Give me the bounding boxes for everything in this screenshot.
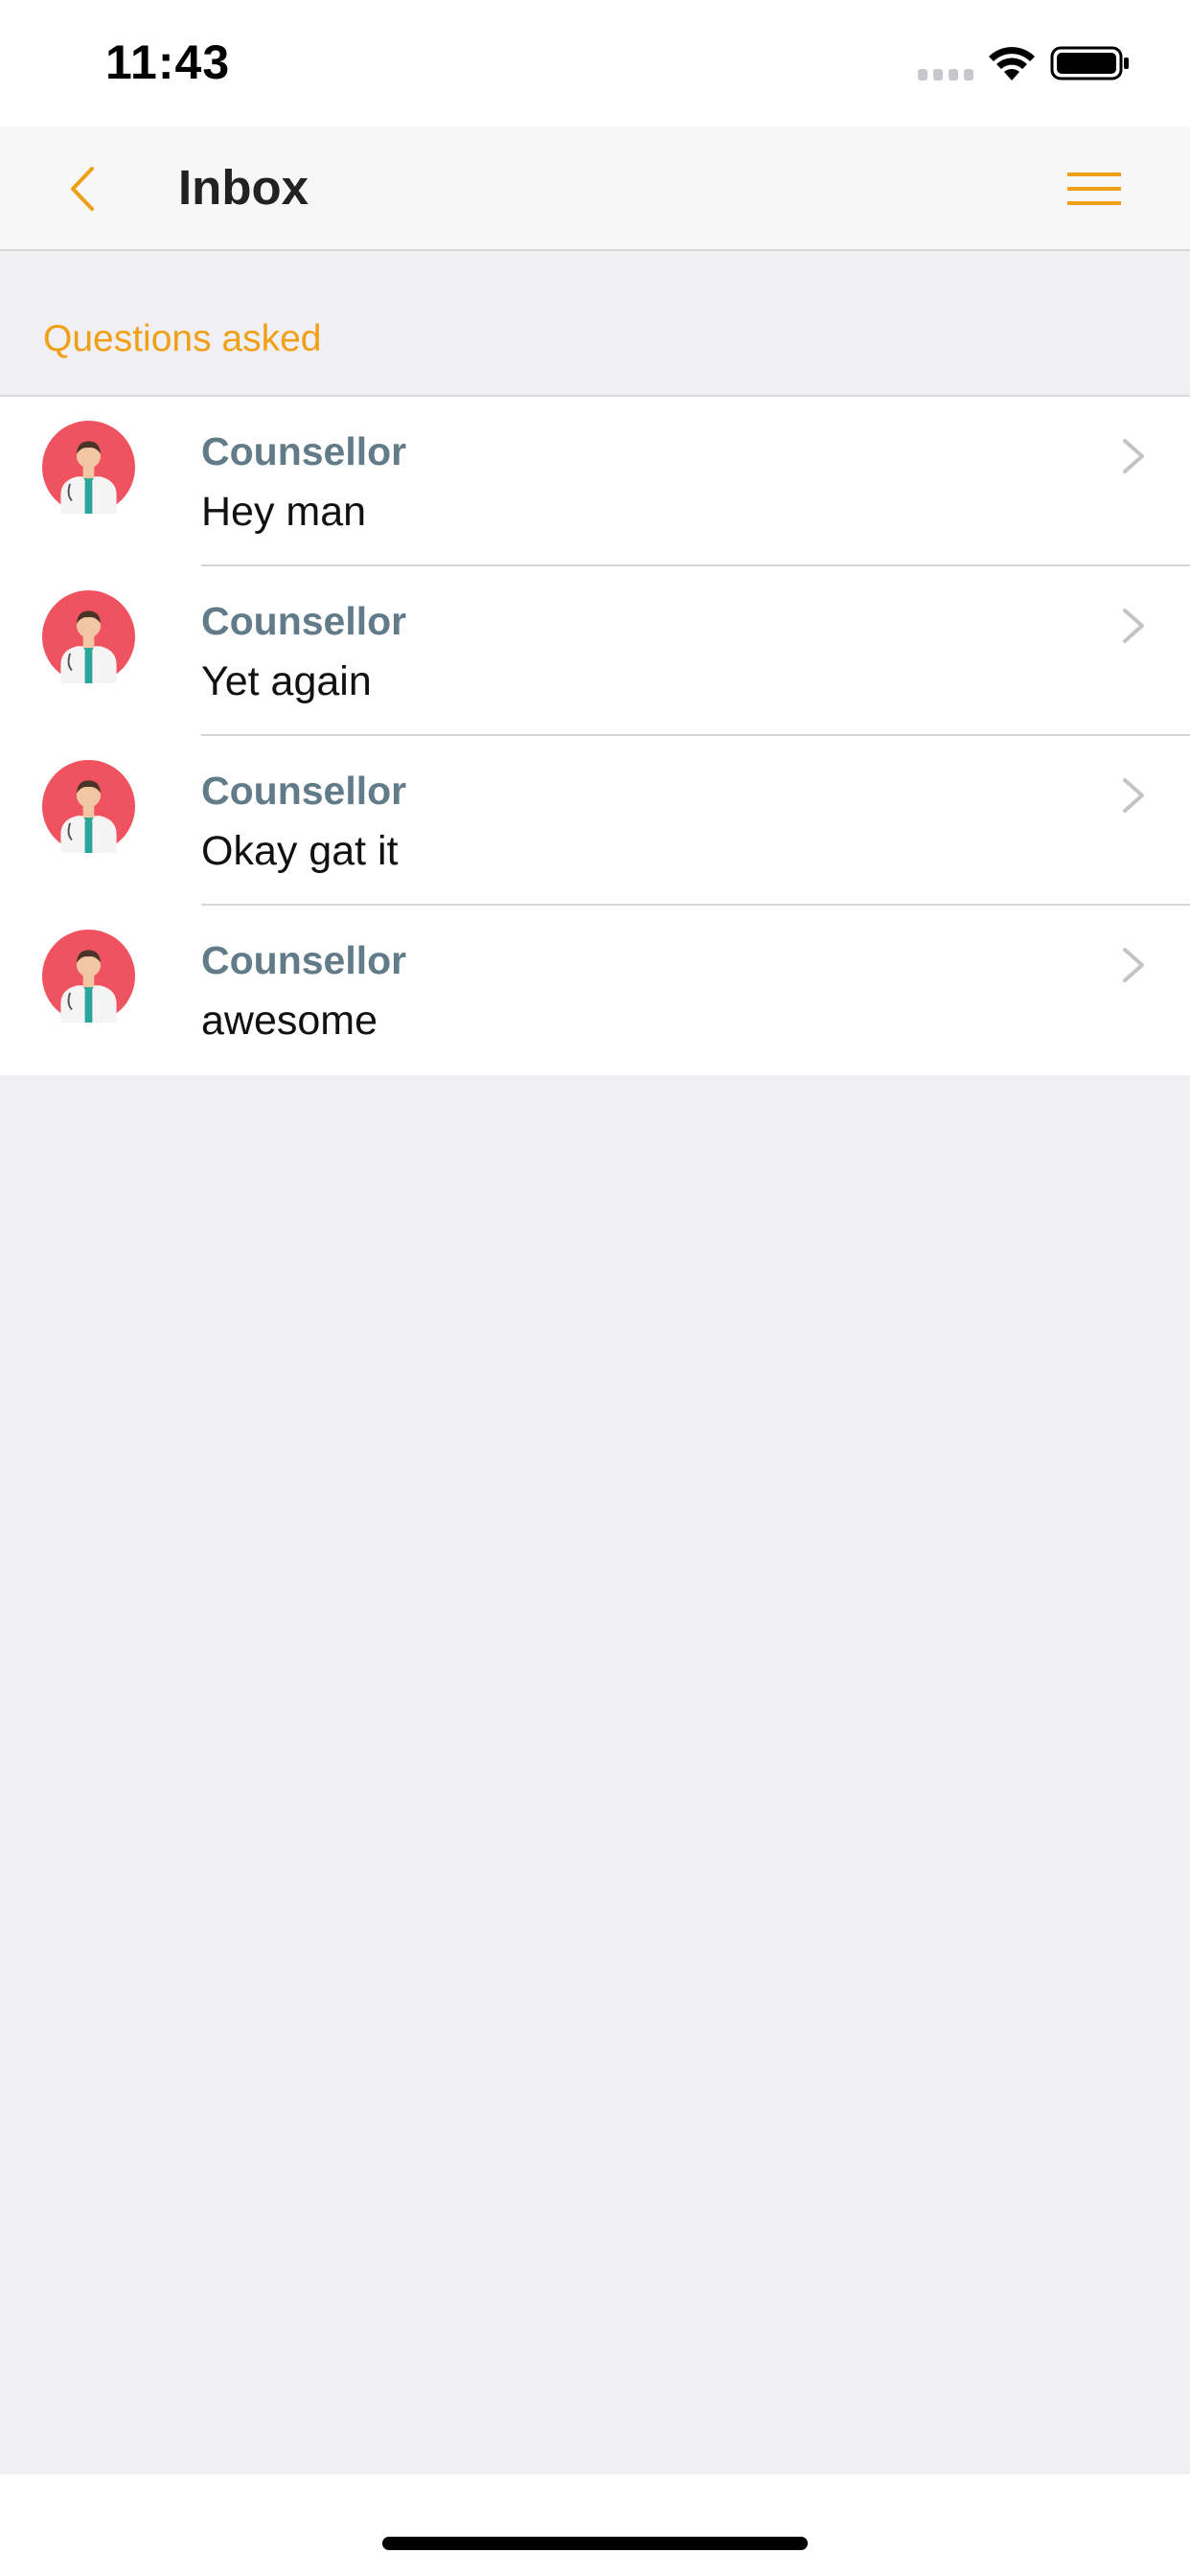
doctor-avatar <box>42 760 135 853</box>
status-bar: 11:43 <box>0 0 1190 126</box>
doctor-avatar <box>42 421 135 514</box>
message-preview: awesome <box>201 998 378 1044</box>
status-time: 11:43 <box>105 35 231 89</box>
message-preview: Hey man <box>201 489 367 535</box>
navigation-bar: Inbox <box>0 126 1190 251</box>
chevron-right-icon <box>1123 948 1144 982</box>
inbox-row[interactable]: Counsellor Yet again <box>0 566 1190 736</box>
back-button[interactable] <box>52 153 119 222</box>
chevron-right-icon <box>1123 439 1144 473</box>
wifi-icon <box>989 47 1035 80</box>
chevron-left-icon <box>71 167 94 211</box>
doctor-avatar <box>42 590 135 683</box>
home-indicator-area <box>0 2474 1190 2576</box>
menu-button[interactable] <box>1054 159 1134 218</box>
sender-name: Counsellor <box>201 429 407 473</box>
doctor-avatar <box>42 930 135 1023</box>
inbox-row[interactable]: Counsellor Hey man <box>0 397 1190 566</box>
signal-icon <box>918 69 973 80</box>
battery-icon <box>1050 46 1129 80</box>
chevron-right-icon <box>1123 778 1144 813</box>
message-preview: Okay gat it <box>201 828 399 874</box>
sender-name: Counsellor <box>201 599 407 643</box>
hamburger-icon <box>1067 172 1121 176</box>
inbox-row[interactable]: Counsellor Okay gat it <box>0 736 1190 906</box>
section-header: Questions asked <box>0 251 1190 397</box>
inbox-row[interactable]: Counsellor awesome <box>0 906 1190 1075</box>
home-indicator[interactable] <box>382 2537 808 2550</box>
chevron-right-icon <box>1123 609 1144 643</box>
section-title: Questions asked <box>43 318 322 359</box>
inbox-list: Counsellor Hey man Counsellor Yet again <box>0 397 1190 1075</box>
page-title: Inbox <box>178 160 309 215</box>
sender-name: Counsellor <box>201 769 407 813</box>
sender-name: Counsellor <box>201 938 407 982</box>
message-preview: Yet again <box>201 658 372 704</box>
